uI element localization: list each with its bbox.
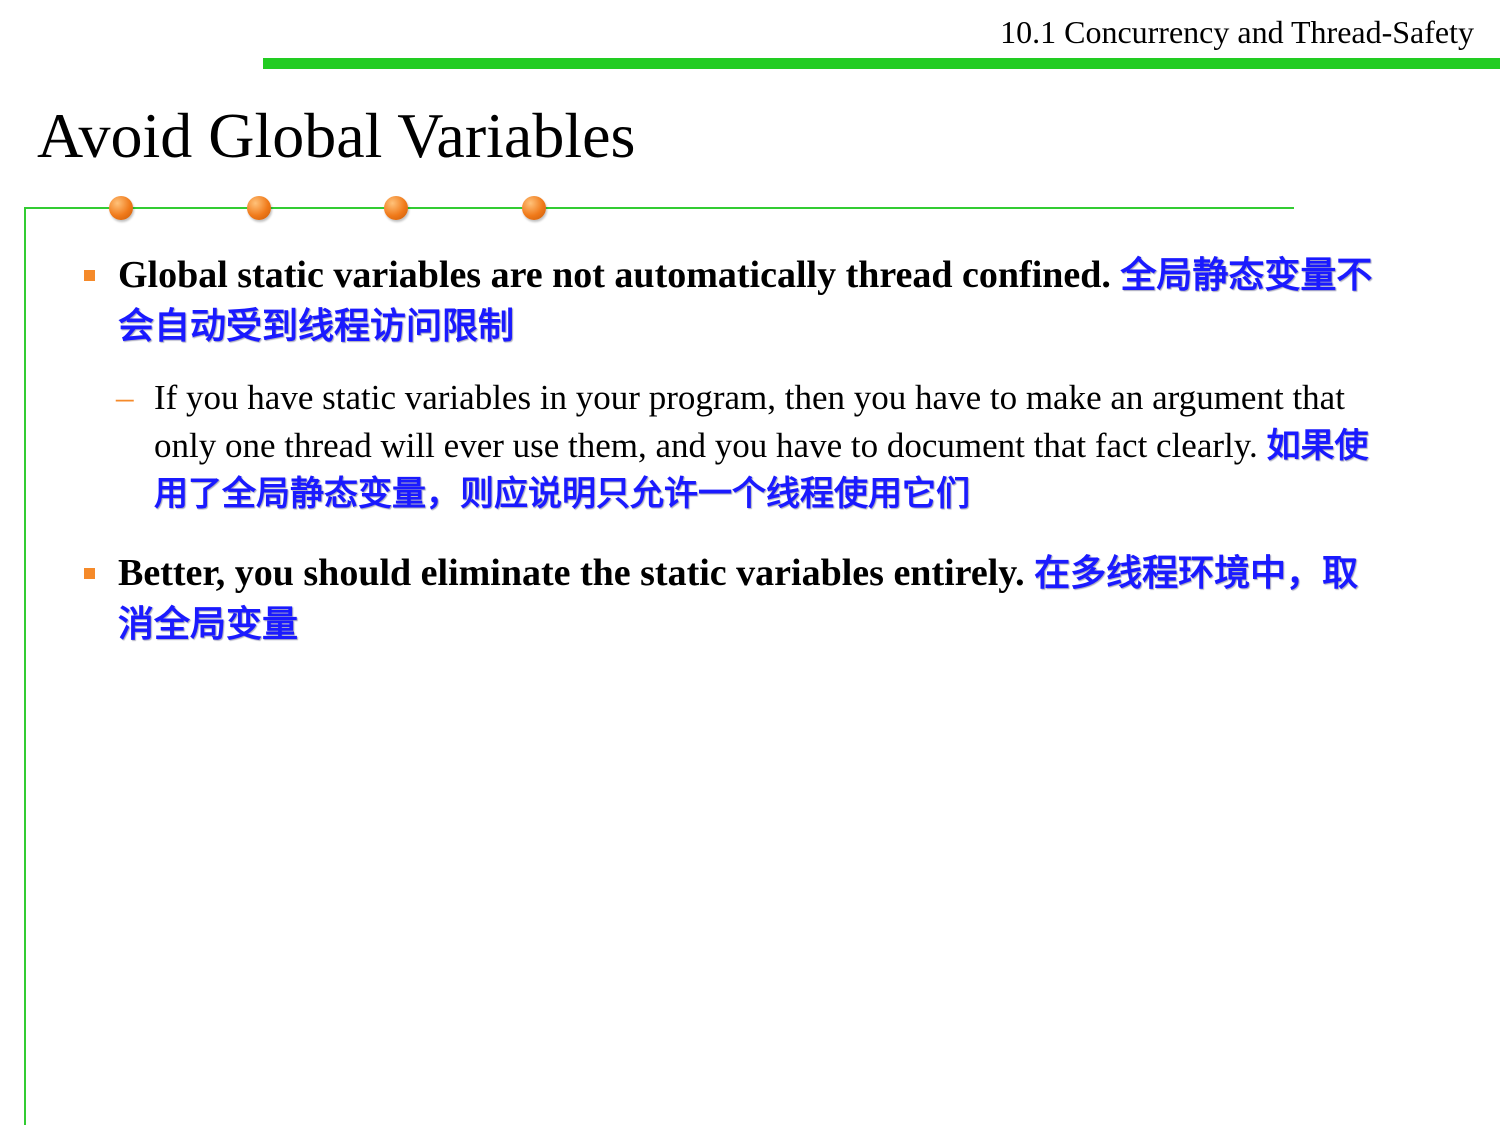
decorative-dot	[384, 196, 408, 220]
decorative-dot	[247, 196, 271, 220]
sub-bullet-text: If you have static variables in your pro…	[154, 378, 1345, 465]
sub-bullet-item: – If you have static variables in your p…	[84, 374, 1384, 518]
square-bullet-icon	[84, 270, 95, 281]
frame-top-line	[24, 207, 1294, 209]
header-accent-bar	[263, 58, 1500, 69]
bullet-item: Global static variables are not automati…	[84, 250, 1384, 352]
slide-content: Global static variables are not automati…	[84, 250, 1384, 650]
square-bullet-icon	[84, 568, 95, 579]
decorative-dot	[109, 196, 133, 220]
slide-title: Avoid Global Variables	[37, 100, 636, 171]
bullet-item: Better, you should eliminate the static …	[84, 548, 1384, 650]
bullet-text: Global static variables are not automati…	[118, 254, 1111, 296]
bullet-text: Better, you should eliminate the static …	[118, 552, 1025, 594]
section-title: 10.1 Concurrency and Thread-Safety	[1000, 14, 1474, 50]
dash-bullet-icon: –	[116, 378, 134, 417]
frame-left-line	[24, 207, 26, 1125]
decorative-dot	[522, 196, 546, 220]
